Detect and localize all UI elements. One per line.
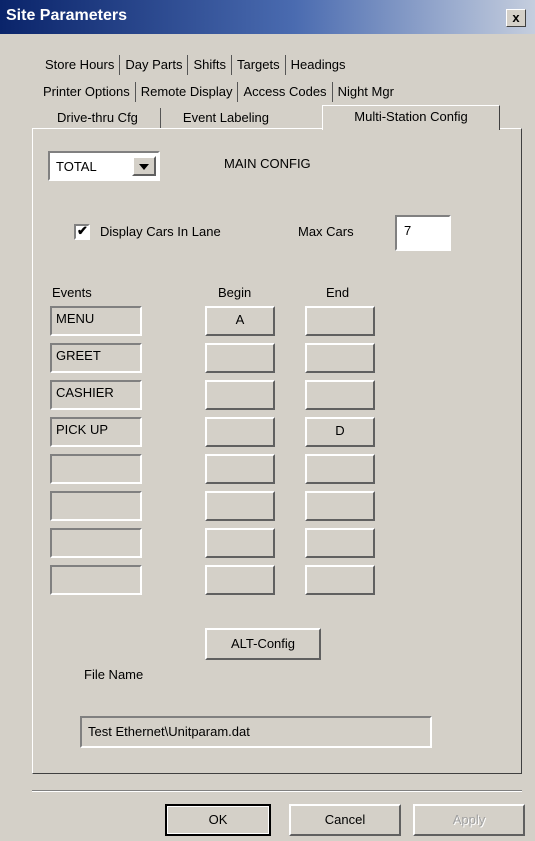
main-config-heading: MAIN CONFIG <box>224 156 311 171</box>
event-name-field[interactable]: MENU <box>50 306 142 336</box>
event-name-field[interactable]: PICK UP <box>50 417 142 447</box>
tab-printer-options[interactable]: Printer Options <box>38 82 136 102</box>
tab-night-mgr[interactable]: Night Mgr <box>333 82 399 102</box>
end-column-header: End <box>326 285 350 300</box>
event-name-field[interactable]: GREET <box>50 343 142 373</box>
chevron-down-icon <box>139 164 149 170</box>
end-button[interactable] <box>305 491 375 521</box>
event-name-field[interactable] <box>50 454 142 484</box>
footer-divider <box>32 790 522 792</box>
display-cars-label: Display Cars In Lane <box>100 224 221 239</box>
events-column-header: Events <box>52 285 92 300</box>
begin-column-header: Begin <box>218 285 252 300</box>
begin-button[interactable] <box>205 454 275 484</box>
begin-button[interactable] <box>205 380 275 410</box>
file-name-label: File Name <box>84 667 144 682</box>
station-select[interactable]: TOTAL <box>48 151 160 181</box>
dropdown-button[interactable] <box>132 156 156 176</box>
tab-event-labeling[interactable]: Event Labeling <box>161 108 274 128</box>
begin-button[interactable] <box>205 491 275 521</box>
max-cars-label: Max Cars <box>298 224 354 239</box>
end-button[interactable]: D <box>305 417 375 447</box>
begin-button[interactable] <box>205 565 275 595</box>
tab-remote-display[interactable]: Remote Display <box>136 82 239 102</box>
begin-button[interactable] <box>205 528 275 558</box>
max-cars-value: 7 <box>404 223 412 238</box>
tab-access-codes[interactable]: Access Codes <box>238 82 333 102</box>
tab-row-3: Drive-thru Cfg Event Labeling <box>52 108 274 130</box>
end-button[interactable] <box>305 454 375 484</box>
display-cars-checkbox[interactable]: ✔ <box>74 223 90 240</box>
begin-button[interactable] <box>205 343 275 373</box>
station-select-value: TOTAL <box>56 159 97 174</box>
alt-config-button[interactable]: ALT-Config <box>205 628 321 660</box>
title-bar[interactable]: Site Parameters x <box>0 0 535 34</box>
end-button[interactable] <box>305 565 375 595</box>
close-button[interactable]: x <box>506 9 526 27</box>
event-name-field[interactable] <box>50 491 142 521</box>
tab-drive-thru-cfg[interactable]: Drive-thru Cfg <box>52 108 161 128</box>
event-name-field[interactable] <box>50 565 142 595</box>
end-button[interactable] <box>305 306 375 336</box>
cancel-button[interactable]: Cancel <box>289 804 401 836</box>
ok-button[interactable]: OK <box>165 804 271 836</box>
window-title: Site Parameters <box>6 7 127 24</box>
tab-shifts[interactable]: Shifts <box>188 55 232 75</box>
tab-row-2: Printer Options Remote Display Access Code… <box>38 82 399 104</box>
tab-day-parts[interactable]: Day Parts <box>120 55 189 75</box>
end-button[interactable] <box>305 380 375 410</box>
checkmark-icon: ✔ <box>77 223 88 238</box>
close-icon: x <box>512 10 520 25</box>
apply-button[interactable]: Apply <box>413 804 525 836</box>
tab-multi-station-config[interactable]: Multi-Station Config <box>322 105 500 130</box>
max-cars-field[interactable]: 7 <box>395 215 451 251</box>
event-name-field[interactable]: CASHIER <box>50 380 142 410</box>
end-button[interactable] <box>305 528 375 558</box>
file-name-field[interactable]: Test Ethernet\Unitparam.dat <box>80 716 432 748</box>
tab-row-1: Store Hours Day Parts Shifts Targets Heading… <box>40 55 351 77</box>
tab-store-hours[interactable]: Store Hours <box>40 55 121 75</box>
file-name-value: Test Ethernet\Unitparam.dat <box>88 724 250 739</box>
tab-targets[interactable]: Targets <box>232 55 286 75</box>
event-name-field[interactable] <box>50 528 142 558</box>
begin-button[interactable]: A <box>205 306 275 336</box>
tab-headings[interactable]: Headings <box>286 55 351 75</box>
end-button[interactable] <box>305 343 375 373</box>
begin-button[interactable] <box>205 417 275 447</box>
